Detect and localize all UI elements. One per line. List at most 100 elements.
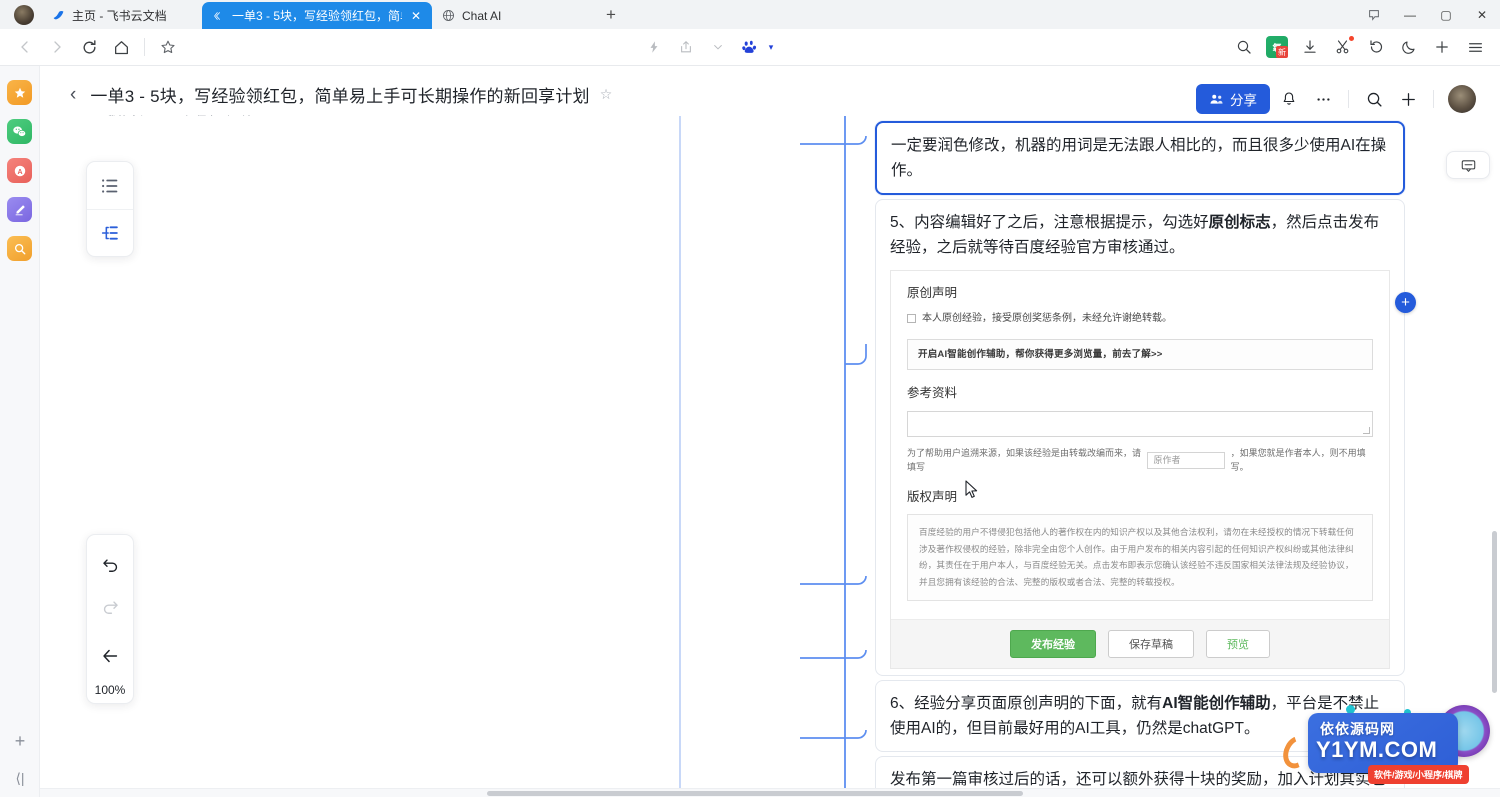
browser-tab-title-1: 一单3 - 5块，写经验领红包，简单易 — [232, 9, 402, 23]
browser-tab-title-0: 主页 - 飞书云文档 — [72, 9, 167, 23]
browser-tab-title-2: Chat AI — [462, 8, 502, 23]
document-back-button[interactable]: ‹ — [70, 84, 76, 106]
add-app-icon[interactable]: + — [15, 731, 26, 752]
maximize-button[interactable]: ▢ — [1428, 0, 1464, 29]
note-icon[interactable] — [7, 197, 32, 222]
embed-original-checkbox-row[interactable]: 本人原创经验，接受原创奖惩条例，未经允许谢绝转载。 — [907, 311, 1373, 327]
close-window-button[interactable]: ✕ — [1464, 0, 1500, 29]
embed-original-declaration-title: 原创声明 — [907, 286, 958, 301]
add-child-node-button[interactable]: + — [1395, 292, 1416, 313]
reload-button[interactable] — [74, 33, 104, 61]
baidu-paw-icon[interactable] — [735, 33, 765, 61]
watermark-tag-label: 软件/游戏/小程序/棋牌 — [1368, 765, 1469, 784]
fit-to-screen-button[interactable] — [86, 635, 134, 677]
home-button[interactable] — [106, 33, 136, 61]
outline-view-button[interactable] — [87, 162, 133, 209]
download-icon[interactable] — [1295, 33, 1325, 61]
sidebar-rail: A + ⟨| — [0, 66, 40, 797]
svg-text:A: A — [17, 168, 22, 175]
comment-icon — [1461, 159, 1475, 172]
new-tab-button[interactable]: + — [598, 2, 624, 28]
embed-preview-button[interactable]: 预览 — [1206, 629, 1270, 658]
chevron-down-icon[interactable] — [703, 33, 733, 61]
search-tool-icon[interactable] — [7, 236, 32, 261]
scissors-icon[interactable] — [1328, 33, 1358, 61]
vertical-scrollbar[interactable] — [1492, 531, 1497, 693]
horizontal-scrollbar-thumb[interactable] — [487, 791, 1023, 796]
lightning-icon[interactable] — [639, 33, 669, 61]
embed-author-input[interactable]: 原作者 — [1147, 451, 1225, 469]
forward-button[interactable] — [42, 33, 72, 61]
redo-button[interactable] — [86, 585, 134, 627]
window-extra-icon[interactable] — [1356, 0, 1392, 29]
embed-ai-assist-banner[interactable]: 开启AI智能创作辅助，帮你获得更多浏览量，前去了解>> — [907, 338, 1373, 371]
globe-icon — [441, 9, 455, 23]
dark-mode-icon[interactable] — [1394, 33, 1424, 61]
history-icon[interactable] — [1361, 33, 1391, 61]
share-button-label: 分享 — [1230, 93, 1257, 108]
sidebar-comment-button[interactable] — [1446, 151, 1490, 179]
mindmap-canvas[interactable]: 100% 一定要润色修改，机器的用词是无法跟人相比的，而且很多少使用AI在操作。… — [40, 116, 1500, 797]
back-button[interactable] — [10, 33, 40, 61]
document-add-icon[interactable] — [1393, 84, 1423, 114]
add-icon[interactable] — [1427, 33, 1457, 61]
mindmap-node-5[interactable]: 5、内容编辑好了之后，注意根据提示，勾选好原创标志，然后点击发布经验，之后就等待… — [875, 199, 1405, 676]
embed-save-draft-button[interactable]: 保存草稿 — [1108, 629, 1194, 658]
watermark-en-label: Y1YM.COM — [1316, 737, 1438, 762]
translate-icon[interactable]: A — [7, 158, 32, 183]
notification-icon[interactable] — [1274, 84, 1304, 114]
embed-checkbox-label: 本人原创经验，接受原创奖惩条例，未经允许谢绝转载。 — [922, 312, 1172, 324]
favorite-star-icon[interactable]: ☆ — [600, 86, 613, 103]
share-button[interactable]: 分享 — [1196, 84, 1270, 114]
horizontal-scrollbar-track[interactable] — [40, 788, 1500, 797]
browser-profile-avatar[interactable] — [14, 5, 34, 25]
sidebar-rail-bottom: + ⟨| — [0, 731, 40, 787]
node-6-text-before: 6、经验分享页面原创声明的下面，就有 — [890, 694, 1163, 712]
browser-tab-1[interactable]: 一单3 - 5块，写经验领红包，简单易 ✕ — [202, 2, 432, 29]
share-icon[interactable] — [671, 33, 701, 61]
wechat-icon[interactable] — [7, 119, 32, 144]
collapse-rail-icon[interactable]: ⟨| — [15, 770, 24, 787]
embed-publish-button[interactable]: 发布经验 — [1010, 629, 1096, 658]
browser-window: 主页 - 飞书云文档 一单3 - 5块，写经验领红包，简单易 ✕ Chat AI… — [0, 0, 1500, 797]
node-5-text-before: 5、内容编辑好了之后，注意根据提示，勾选好 — [890, 214, 1209, 232]
minimize-button[interactable]: — — [1392, 0, 1428, 29]
node-6-bold: AI智能创作辅助 — [1162, 694, 1271, 712]
watermark-overlay: 依依源码网 Y1YM.COM 软件/游戏/小程序/棋牌 — [1278, 699, 1494, 785]
original-checkbox[interactable] — [907, 314, 916, 324]
avatar[interactable] — [1448, 85, 1476, 113]
back-chevron-icon — [211, 9, 225, 23]
mindmap-node-4[interactable]: 一定要润色修改，机器的用词是无法跟人相比的，而且很多少使用AI在操作。 — [875, 121, 1405, 196]
favorites-icon[interactable] — [7, 80, 32, 105]
browser-tabstrip: 主页 - 飞书云文档 一单3 - 5块，写经验领红包，简单易 ✕ Chat AI… — [0, 0, 1500, 29]
embedded-screenshot-baidu-publish[interactable]: 原创声明 本人原创经验，接受原创奖惩条例，未经允许谢绝转载。 开启AI智能创作辅… — [890, 270, 1390, 669]
embed-action-bar: 发布经验 保存草稿 预览 — [891, 618, 1389, 668]
actions-divider-1 — [1348, 90, 1349, 108]
browser-tab-0[interactable]: 主页 - 飞书云文档 — [42, 2, 202, 29]
view-mode-panel — [86, 161, 134, 257]
undo-button[interactable] — [86, 543, 134, 585]
watermark-cn-label: 依依源码网 — [1320, 721, 1395, 737]
bookmark-star-icon[interactable] — [153, 33, 183, 61]
toolbar-divider — [144, 38, 145, 56]
embed-copyright-text: 百度经验的用户不得侵犯包括他人的著作权在内的知识产权以及其他合法权利，请勿在未经… — [907, 513, 1373, 601]
baidu-dropdown-dot[interactable]: ▾ — [769, 42, 774, 53]
search-icon[interactable] — [1229, 33, 1259, 61]
browser-tab-2[interactable]: Chat AI — [432, 2, 592, 29]
document-search-icon[interactable] — [1359, 84, 1389, 114]
embed-reference-textarea[interactable] — [907, 410, 1373, 437]
zoom-level-label[interactable]: 100% — [95, 677, 126, 697]
feishu-icon — [51, 9, 65, 23]
embed-content: 原创声明 本人原创经验，接受原创奖惩条例，未经允许谢绝转载。 开启AI智能创作辅… — [891, 271, 1389, 604]
mindmap-view-button[interactable] — [87, 209, 133, 256]
document-title-row: 一单3 - 5块，写经验领红包，简单易上手可长期操作的新回享计划 ☆ — [90, 82, 1196, 107]
window-controls: — ▢ ✕ — [1356, 0, 1500, 29]
tab-close-icon[interactable]: ✕ — [409, 9, 423, 23]
extension-icon[interactable]: 氧 新 — [1262, 33, 1292, 61]
page-title[interactable]: 一单3 - 5块，写经验领红包，简单易上手可长期操作的新回享计划 — [90, 82, 589, 107]
extension-badge: 氧 新 — [1266, 36, 1288, 58]
extension-badge-inner: 新 — [1276, 46, 1288, 58]
document-area: ‹ 一单3 - 5块，写经验领红包，简单易上手可长期操作的新回享计划 ☆ 我的空… — [40, 66, 1500, 797]
menu-icon[interactable] — [1460, 33, 1490, 61]
more-icon[interactable] — [1308, 84, 1338, 114]
